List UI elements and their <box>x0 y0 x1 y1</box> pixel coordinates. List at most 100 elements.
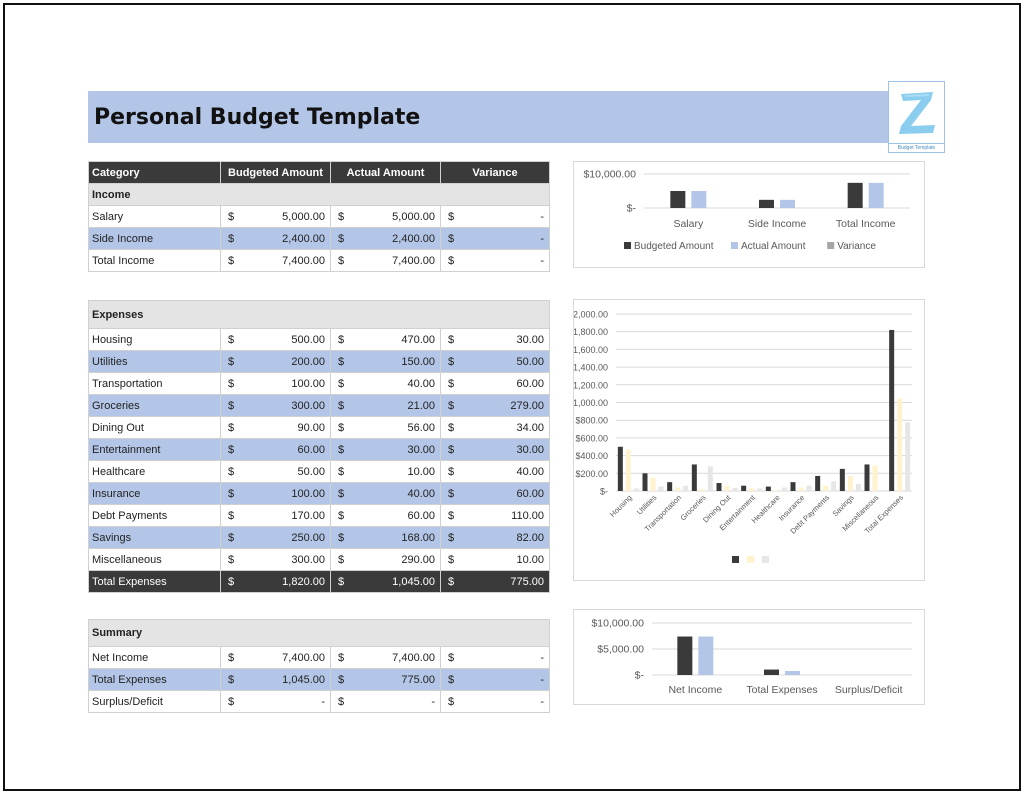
section-row-income: Income <box>88 183 550 206</box>
actual-cell: $775.00 <box>330 668 441 691</box>
legend-swatch <box>731 242 738 249</box>
bar-series-2 <box>880 490 886 491</box>
x-category-label: Surplus/Deficit <box>835 684 903 696</box>
currency-symbol: $ <box>228 399 235 412</box>
amount-value: 5,000.00 <box>392 210 435 223</box>
x-category-label: Side Income <box>748 218 807 230</box>
currency-symbol: $ <box>448 333 455 346</box>
budgeted-cell: $2,400.00 <box>220 227 331 250</box>
category-cell: Net Income <box>88 646 221 669</box>
currency-symbol: $ <box>448 651 455 664</box>
category-cell: Total Expenses <box>88 570 221 593</box>
currency-symbol: $ <box>338 695 345 708</box>
variance-cell: $50.00 <box>440 350 550 373</box>
budgeted-cell: $7,400.00 <box>220 646 331 669</box>
category-cell: Surplus/Deficit <box>88 690 221 713</box>
bar-series-1 <box>773 490 779 491</box>
actual-cell: $5,000.00 <box>330 205 441 228</box>
variance-cell: $30.00 <box>440 438 550 461</box>
actual-cell: $ - <box>330 690 441 713</box>
actual-cell: $40.00 <box>330 372 441 395</box>
currency-symbol: $ <box>338 465 345 478</box>
bar-series-0 <box>790 482 796 491</box>
actual-cell: $470.00 <box>330 328 441 351</box>
brand-logo: Budget Template <box>888 81 945 153</box>
y-tick-label: $600.00 <box>575 433 608 443</box>
bar-series-1 <box>897 398 903 491</box>
y-tick-label: $400.00 <box>575 451 608 461</box>
income-chart-svg: $- $10,000.00 Salary Side Income Total Incom… <box>583 169 910 252</box>
bar-series-2 <box>855 483 861 491</box>
variance-cell: $ - <box>439 690 551 713</box>
budgeted-cell: $5,000.00 <box>220 205 331 228</box>
bar-budgeted-amount <box>847 182 863 208</box>
category-cell: Housing <box>88 328 221 351</box>
variance-cell: $40.00 <box>440 460 550 483</box>
currency-symbol: $ <box>448 487 455 500</box>
currency-symbol: $ <box>338 210 345 223</box>
amount-value: 60.00 <box>297 443 325 456</box>
income-table: Category Budgeted Amount Actual Amount V… <box>88 161 550 272</box>
bar-series-1 <box>699 489 705 491</box>
section-row-summary: Summary <box>87 619 551 647</box>
variance-cell: $60.00 <box>440 482 550 505</box>
amount-value: 1,045.00 <box>282 673 325 686</box>
column-header-actual: Actual Amount <box>330 161 441 184</box>
amount-value: - <box>431 695 435 708</box>
category-cell: Utilities <box>88 350 221 373</box>
table-row: Salary $5,000.00 $5,000.00 $ - <box>88 205 550 228</box>
y-tick-label: $1,000.00 <box>574 398 608 408</box>
category-cell: Groceries <box>88 394 221 417</box>
column-header-category: Category <box>88 161 221 184</box>
amount-value: 100.00 <box>291 377 325 390</box>
currency-symbol: $ <box>338 355 345 368</box>
bar-series-0 <box>691 464 697 491</box>
amount-value: 1,820.00 <box>282 575 325 588</box>
currency-symbol: $ <box>448 210 455 223</box>
currency-symbol: $ <box>448 509 455 522</box>
table-row: Savings $250.00 $168.00 $82.00 <box>88 526 550 549</box>
amount-value: 7,400.00 <box>282 254 325 267</box>
table-row: Net Income $7,400.00 $7,400.00 $ - <box>88 646 551 669</box>
category-cell: Total Expenses <box>88 668 221 691</box>
bar-actual-amount <box>785 670 800 675</box>
currency-symbol: $ <box>338 399 345 412</box>
category-cell: Salary <box>88 205 221 228</box>
variance-cell: $775.00 <box>440 570 550 593</box>
x-category-label: Salary <box>673 218 704 230</box>
table-row: Debt Payments $170.00 $60.00 $110.00 <box>88 504 550 527</box>
currency-symbol: $ <box>338 254 345 267</box>
currency-symbol: $ <box>448 377 455 390</box>
actual-cell: $7,400.00 <box>330 249 441 272</box>
currency-symbol: $ <box>338 421 345 434</box>
currency-symbol: $ <box>338 443 345 456</box>
currency-symbol: $ <box>228 377 235 390</box>
budgeted-cell: $ - <box>220 690 331 713</box>
amount-value: 90.00 <box>297 421 325 434</box>
currency-symbol: $ <box>228 210 235 223</box>
bar-series-2 <box>658 486 664 491</box>
currency-symbol: $ <box>338 333 345 346</box>
currency-symbol: $ <box>338 377 345 390</box>
actual-cell: $7,400.00 <box>330 646 441 669</box>
actual-cell: $56.00 <box>330 416 441 439</box>
currency-symbol: $ <box>228 421 235 434</box>
currency-symbol: $ <box>448 673 455 686</box>
amount-value: 40.00 <box>407 487 435 500</box>
amount-value: 56.00 <box>407 421 435 434</box>
actual-cell: $1,045.00 <box>330 570 441 593</box>
budgeted-cell: $50.00 <box>220 460 331 483</box>
budgeted-cell: $300.00 <box>220 548 331 571</box>
table-row: Total Expenses $1,045.00 $775.00 $ - <box>88 668 551 691</box>
amount-value: 50.00 <box>516 355 544 368</box>
budgeted-cell: $200.00 <box>220 350 331 373</box>
currency-symbol: $ <box>338 553 345 566</box>
bar-series-0 <box>765 486 771 491</box>
currency-symbol: $ <box>228 531 235 544</box>
currency-symbol: $ <box>448 355 455 368</box>
y-tick-label: $- <box>600 487 608 497</box>
currency-symbol: $ <box>228 509 235 522</box>
bar-actual-amount <box>691 191 707 208</box>
currency-symbol: $ <box>338 673 345 686</box>
currency-symbol: $ <box>228 553 235 566</box>
